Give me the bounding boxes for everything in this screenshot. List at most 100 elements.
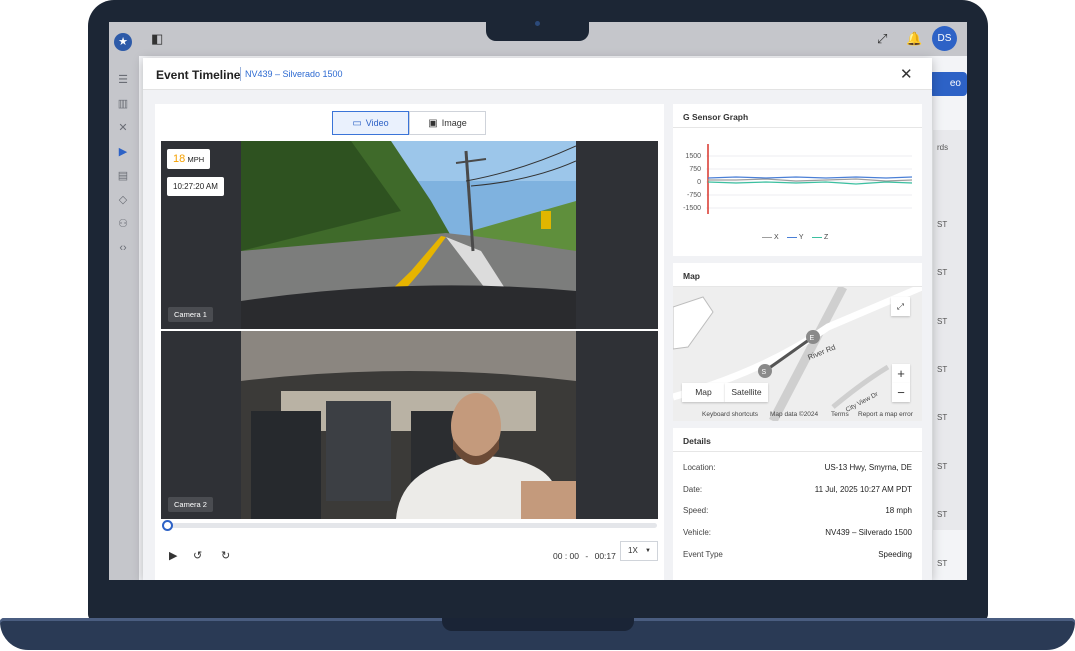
legend-y-label: Y [798,234,804,241]
speed-overlay-value: 18 [173,153,186,165]
legend-item-z: Z [812,234,828,241]
legend-item-x: X [762,234,779,241]
webcam-icon [535,21,540,26]
map-attribution-text: Map data ©2024 [770,411,819,418]
video-icon[interactable]: ▶ [117,146,129,158]
tab-image[interactable]: ▣ Image [409,111,486,135]
bell-icon[interactable]: 🔔 [906,31,922,47]
detail-label: Speed: [683,506,709,515]
g-sensor-panel: G Sensor Graph 1500 750 0 -750 -1500 X Y… [673,104,922,256]
panel-divider [673,451,922,452]
background-table-header: rds [937,143,949,152]
fullscreen-icon[interactable]: ⤢ [877,31,887,47]
g-sensor-plot [706,144,912,214]
play-icon[interactable]: ▶ [169,549,177,562]
detail-row-location: Location: US-13 Hwy, Smyrna, DE [683,463,912,472]
camera-1-feed[interactable]: 18 MPH 10:27:20 AM Camera 1 [161,141,658,329]
laptop-base-notch [442,618,634,631]
map-marker-start[interactable]: S [762,369,767,376]
speed-overlay-unit: MPH [187,155,205,164]
legend-x-label: X [773,234,779,241]
playback-speed-select[interactable]: 1X ▼ [620,541,658,561]
zoom-out-button[interactable]: − [892,383,910,402]
details-panel: Details Location: US-13 Hwy, Smyrna, DE … [673,428,922,580]
map-type-satellite-button[interactable]: Satellite [725,383,768,402]
background-row: ST [937,220,948,229]
map-attribution-link[interactable]: Keyboard shortcuts [702,411,758,418]
detail-label: Event Type [683,550,723,559]
users-icon[interactable]: ⚇ [117,218,129,230]
map-type-map-button[interactable]: Map [682,383,725,402]
map-terms-link[interactable]: Terms [831,411,849,418]
chevron-down-icon: ▼ [645,548,651,554]
cabin-view-image [241,331,576,519]
y-tick-label: -750 [686,192,701,199]
media-panel: ▭ Video ▣ Image 18 MPH 10:27:20 AM Camer… [155,104,664,580]
shield-icon[interactable]: ◇ [117,194,129,206]
close-icon[interactable]: ✕ [900,65,913,83]
camera-notch [486,18,589,41]
y-tick-label: 1500 [685,153,701,160]
detail-value: 11 Jul, 2025 10:27 AM PDT [814,485,912,494]
reports-icon[interactable]: ▤ [117,170,129,182]
series-x-line [708,178,912,182]
y-tick-label: 0 [697,179,701,186]
forward-5-icon[interactable]: ↻ [221,549,230,562]
total-time: 00:17 [594,551,616,561]
zoom-in-button[interactable]: + [892,364,910,383]
detail-value: US-13 Hwy, Smyrna, DE [824,463,912,472]
rewind-5-icon[interactable]: ↺ [193,549,202,562]
image-icon: ▣ [428,117,438,129]
detail-row-vehicle: Vehicle: NV439 – Silverado 1500 [683,528,912,537]
tab-video-label: Video [365,118,389,128]
camera-1-label: Camera 1 [168,307,213,322]
panel-divider [673,127,922,128]
map-fullscreen-icon[interactable]: ⤢ [891,297,910,316]
app-logo-icon[interactable]: ★ [114,33,132,51]
code-icon[interactable]: ‹› [117,242,129,254]
time-overlay: 10:27:20 AM [167,177,224,196]
map-icon[interactable]: ▥ [117,98,129,110]
detail-value: NV439 – Silverado 1500 [825,528,912,537]
list-icon[interactable]: ☰ [117,74,129,86]
detail-row-date: Date: 11 Jul, 2025 10:27 AM PDT [683,485,912,494]
background-row: ST [937,510,948,519]
scrubber-handle[interactable] [162,520,173,531]
playback-time: 00 : 00 - 00:17 [553,551,616,561]
background-action-button[interactable]: eo [929,72,967,96]
detail-value: 18 mph [885,506,912,515]
detail-label: Location: [683,463,716,472]
map-panel: Map S E River Rd City View Dr ⤢ Map Sate… [673,263,922,421]
timeline-scrubber[interactable] [162,520,657,531]
avatar[interactable]: DS [932,26,957,51]
background-row: ST [937,413,948,422]
detail-label: Vehicle: [683,528,712,537]
detail-row-speed: Speed: 18 mph [683,506,912,515]
y-tick-label: 750 [689,166,701,173]
screen: ★ ◧ ☰ ▥ ✕ ▶ ▤ ◇ ⚇ ‹› ⤢ 🔔 DS eo rds ST ST… [109,22,967,580]
detail-row-event-type: Event Type Speeding [683,550,912,559]
tools-icon[interactable]: ✕ [117,122,129,134]
background-row: ST [937,365,948,374]
camera-2-feed[interactable]: Camera 2 [161,331,658,519]
current-time: 00 : 00 [553,551,579,561]
map-report-link[interactable]: Report a map error [858,411,913,418]
video-camera-icon: ▭ [352,117,362,129]
event-timeline-modal: Event Timeline NV439 – Silverado 1500 ✕ … [143,58,932,580]
map-marker-end[interactable]: E [810,335,815,342]
tab-video[interactable]: ▭ Video [332,111,409,135]
sidebar-toggle-icon[interactable]: ◧ [151,31,163,47]
legend-z-label: Z [823,234,829,241]
y-tick-label: -1500 [683,205,701,212]
speed-overlay: 18 MPH [167,149,211,169]
detail-value: Speeding [878,550,912,559]
modal-body: ▭ Video ▣ Image 18 MPH 10:27:20 AM Camer… [143,90,932,580]
time-separator: - [585,551,589,561]
g-sensor-title: G Sensor Graph [683,112,749,122]
detail-label: Date: [683,485,703,494]
legend-item-y: Y [787,234,804,241]
modal-header: Event Timeline NV439 – Silverado 1500 ✕ [143,58,932,90]
map-title: Map [683,271,700,281]
background-row: ST [937,559,948,568]
media-tabs: ▭ Video ▣ Image [332,111,486,135]
